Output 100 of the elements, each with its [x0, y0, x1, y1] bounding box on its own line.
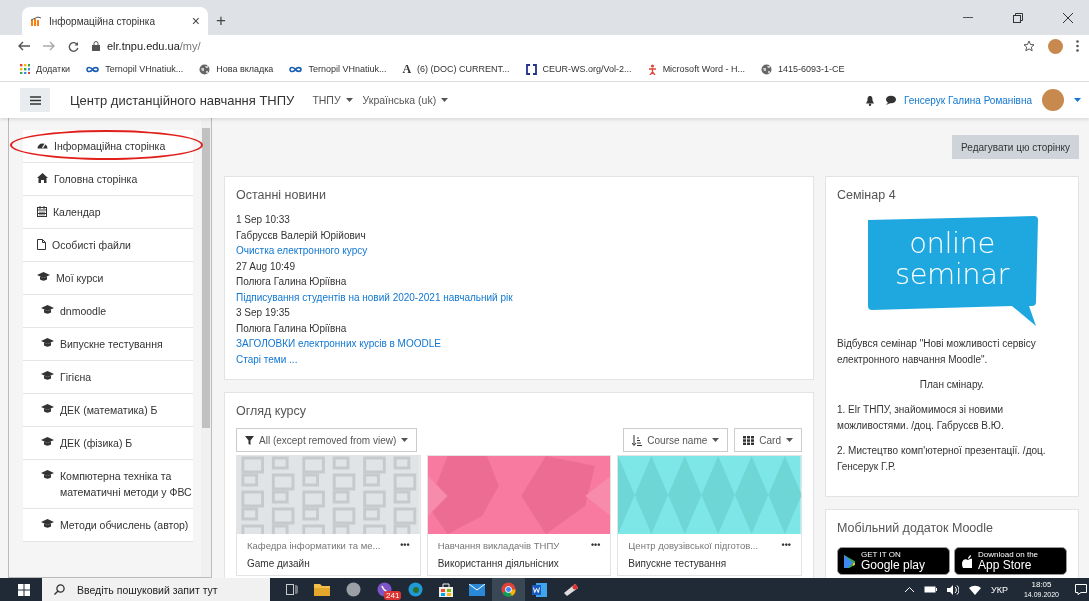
news-link[interactable]: Підписування студентів на новий 2020-2021 навчальний рік: [236, 289, 802, 305]
more-button[interactable]: •••: [590, 540, 601, 551]
course-name[interactable]: Game дизайн: [247, 558, 410, 569]
app-icon[interactable]: [346, 582, 361, 597]
browser-tab[interactable]: Інформаційна сторінка ×: [22, 7, 208, 35]
sidebar-item[interactable]: Інформаційна сторінка: [23, 130, 193, 163]
news-link[interactable]: Очистка електронного курсу: [236, 243, 802, 259]
search-field[interactable]: Введіть пошуковий запит тут: [42, 578, 270, 601]
star-icon[interactable]: [1023, 40, 1035, 52]
more-button[interactable]: •••: [400, 540, 410, 551]
speaker-icon[interactable]: [947, 584, 959, 595]
sidebar-item[interactable]: Компютерна техніка та математичні методи у ФВС: [23, 460, 193, 509]
language-indicator[interactable]: УКР: [991, 584, 1008, 595]
caret-icon: [441, 98, 449, 102]
avatar-icon[interactable]: [1048, 38, 1063, 54]
word-icon[interactable]: [532, 582, 547, 597]
notifications-icon[interactable]: [1075, 584, 1087, 595]
chat-icon[interactable]: [884, 95, 896, 105]
sidebar-item[interactable]: Мої курси: [23, 262, 193, 295]
menu-button[interactable]: [20, 88, 50, 112]
sort-icon: [632, 434, 643, 446]
close-icon[interactable]: [1063, 12, 1073, 23]
graduation-cap-icon: [41, 437, 54, 446]
menu-icon[interactable]: [1076, 40, 1079, 52]
caret-icon[interactable]: [1074, 98, 1081, 102]
bookmark-link[interactable]: (6) (DOC) CURRENT...: [417, 64, 510, 74]
sidebar-item[interactable]: ДЕК (математика) Б: [23, 394, 193, 427]
store-badge[interactable]: Download on the App Store: [954, 547, 1067, 575]
sidebar-item[interactable]: Випускне тестування: [23, 328, 193, 361]
infinity-icon[interactable]: [86, 65, 100, 73]
bookmark-link[interactable]: Ternopil VHnatiuk...: [105, 64, 184, 74]
badge-title: Google play: [861, 559, 926, 572]
mail-icon[interactable]: [469, 583, 485, 596]
sidebar-item[interactable]: Методи обчислень (автор): [23, 509, 193, 542]
dropdown-menu[interactable]: ТНПУ: [312, 94, 353, 106]
apps-grid-icon[interactable]: [20, 64, 30, 74]
sidebar-item-label: dnmoodle: [60, 304, 107, 319]
graduation-cap-icon: [41, 305, 54, 314]
course-card[interactable]: Кафедра інформатики та ме... ••• Game дизайн: [236, 455, 421, 576]
store-bag-icon[interactable]: [439, 582, 453, 597]
figure-icon[interactable]: [647, 63, 657, 75]
bookmark-logo[interactable]: A: [402, 61, 412, 77]
filter-icon: [245, 435, 254, 445]
lock-icon: [92, 41, 100, 51]
bookmark-link[interactable]: Нова вкладка: [216, 64, 274, 74]
windows-logo-icon[interactable]: [18, 583, 30, 596]
bookmark-link[interactable]: 1415-6093-1-CE: [778, 64, 845, 74]
more-button[interactable]: •••: [781, 540, 791, 551]
sidebar-item[interactable]: Головна сторінка: [23, 163, 193, 196]
bookmark-link[interactable]: Ternopil VHnatiuk...: [308, 64, 387, 74]
badge-caption: Download on the: [978, 550, 1039, 559]
older-topics-link[interactable]: Старі теми ...: [236, 351, 802, 367]
app-icon[interactable]: [563, 582, 579, 597]
restore-icon[interactable]: [1013, 12, 1023, 23]
infinity-icon[interactable]: [289, 65, 303, 73]
bookmark-link[interactable]: Microsoft Word - H...: [662, 64, 745, 74]
chrome-icon[interactable]: [501, 582, 516, 597]
task-view-icon[interactable]: [286, 584, 298, 595]
back-icon[interactable]: [18, 41, 30, 51]
sidebar-item[interactable]: ДЕК (фізика) Б: [23, 427, 193, 460]
course-name[interactable]: Використання діяльнісних: [437, 558, 601, 569]
caret-icon: [712, 438, 720, 442]
minimize-icon[interactable]: [963, 16, 973, 19]
course-card[interactable]: Навчання викладачів ТНПУ ••• Використання діяльнісних: [426, 455, 612, 576]
store-badge[interactable]: GET IT ON Google play: [837, 547, 950, 575]
wifi-icon[interactable]: [969, 584, 981, 595]
filter-dropdown[interactable]: All (except removed from view): [236, 428, 418, 452]
chevron-up-icon[interactable]: [905, 587, 914, 592]
news-link[interactable]: ЗАГОЛОВКИ електронних курсів в MOODLE: [236, 336, 802, 352]
badge-title: App Store: [978, 559, 1033, 572]
bell-icon[interactable]: [864, 94, 875, 106]
sidebar-item-label: Календар: [53, 205, 101, 220]
reload-icon[interactable]: [68, 40, 79, 52]
sidebar-item[interactable]: Календар: [23, 196, 193, 229]
close-tab-button[interactable]: ×: [191, 13, 200, 29]
dropdown-menu[interactable]: Українська (uk): [362, 94, 449, 106]
globe-icon[interactable]: [199, 63, 211, 75]
bracket-icon[interactable]: [525, 63, 537, 75]
site-name[interactable]: Центр дистанційного навчання ТНПУ: [70, 92, 295, 108]
edge-icon[interactable]: [408, 582, 423, 597]
sidebar-item-label: Випускне тестування: [60, 337, 163, 352]
new-tab-button[interactable]: +: [216, 10, 226, 31]
course-card[interactable]: Центр довузівської підготов... ••• Випускне тестування: [617, 455, 802, 576]
sidebar-item-label: ДЕК (фізика) Б: [60, 436, 133, 451]
url-text[interactable]: elr.tnpu.edu.ua/my/: [107, 40, 201, 52]
view-dropdown[interactable]: Card: [734, 428, 802, 452]
sidebar-item[interactable]: dnmoodle: [23, 295, 193, 328]
sort-dropdown[interactable]: Course name: [623, 428, 729, 452]
battery-icon[interactable]: [924, 586, 937, 593]
avatar-icon[interactable]: [1042, 89, 1064, 111]
user-name[interactable]: Генсерук Галина Романівна: [903, 94, 1032, 106]
sidebar-item[interactable]: Особисті файли: [23, 229, 193, 262]
sidebar-item[interactable]: Гігієна: [23, 361, 193, 394]
globe-icon[interactable]: [761, 63, 772, 75]
edit-page-button[interactable]: Редагувати цю сторінку: [952, 135, 1079, 159]
course-name[interactable]: Випускне тестування: [628, 558, 791, 569]
folder-icon[interactable]: [314, 583, 330, 596]
bookmark-link[interactable]: CEUR-WS.org/Vol-2...: [542, 64, 632, 74]
bookmark-link[interactable]: Додатки: [36, 64, 71, 74]
scrollbar[interactable]: [201, 118, 211, 577]
